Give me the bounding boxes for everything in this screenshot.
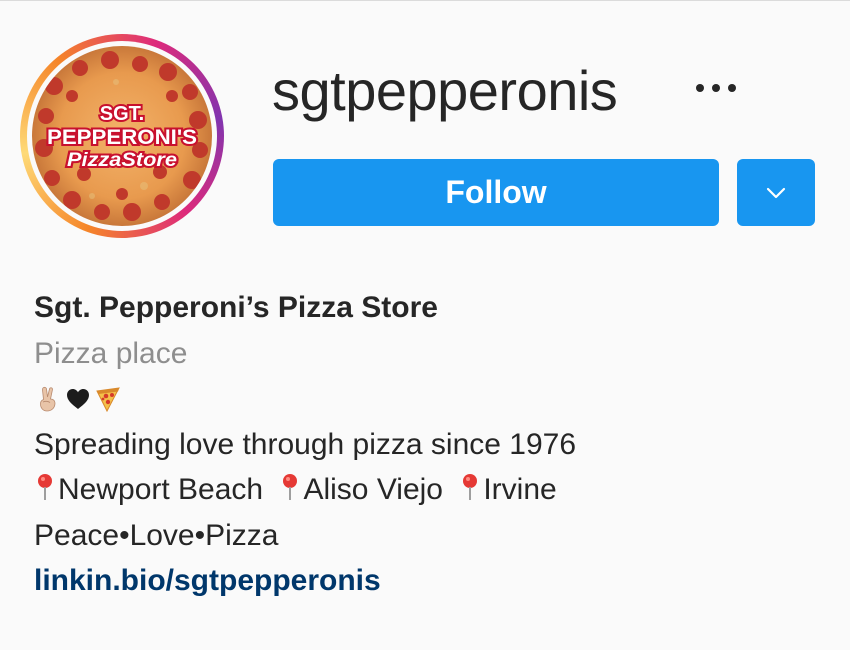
- round-pushpin-icon: [463, 474, 478, 500]
- top-divider: [0, 0, 850, 1]
- follow-button[interactable]: Follow: [273, 159, 719, 226]
- pizza-slice-icon: [96, 387, 120, 412]
- avatar[interactable]: SGT. PEPPERONI'S PizzaStore: [32, 46, 212, 226]
- bio-motto: Peace•Love•Pizza: [34, 518, 279, 552]
- avatar-gap: SGT. PEPPERONI'S PizzaStore: [27, 41, 217, 231]
- bio-tagline: Spreading love through pizza since 1976: [34, 427, 577, 461]
- profile-bio: Sgt. Pepperoni’s Pizza Store Pizza place…: [34, 285, 814, 604]
- profile-username: sgtpepperonis: [272, 59, 618, 122]
- profile-full-name: Sgt. Pepperoni’s Pizza Store: [34, 291, 438, 324]
- more-options-button[interactable]: [688, 68, 744, 108]
- svg-text:PEPPERONI'S: PEPPERONI'S: [47, 126, 197, 149]
- suggested-accounts-button[interactable]: [737, 159, 815, 226]
- round-pushpin-icon: [38, 474, 52, 500]
- ellipsis-icon: [692, 84, 740, 92]
- black-heart-icon: [67, 388, 89, 409]
- location-irvine: Irvine: [483, 473, 557, 506]
- bio-emoji-row: [34, 376, 814, 422]
- bio-locations: Newport Beach Aliso Viejo Irvine: [34, 467, 814, 513]
- story-ring[interactable]: SGT. PEPPERONI'S PizzaStore: [20, 34, 224, 238]
- svg-text:SGT.: SGT.: [100, 103, 144, 125]
- svg-text:PizzaStore: PizzaStore: [67, 150, 177, 171]
- bio-link[interactable]: linkin.bio/sgtpepperonis: [34, 558, 814, 604]
- profile-category: Pizza place: [34, 336, 188, 370]
- chevron-down-icon: [766, 187, 786, 198]
- round-pushpin-icon: [283, 474, 298, 500]
- location-newport-beach: Newport Beach: [58, 473, 264, 506]
- location-aliso-viejo: Aliso Viejo: [303, 473, 443, 506]
- victory-hand-icon: [40, 386, 56, 412]
